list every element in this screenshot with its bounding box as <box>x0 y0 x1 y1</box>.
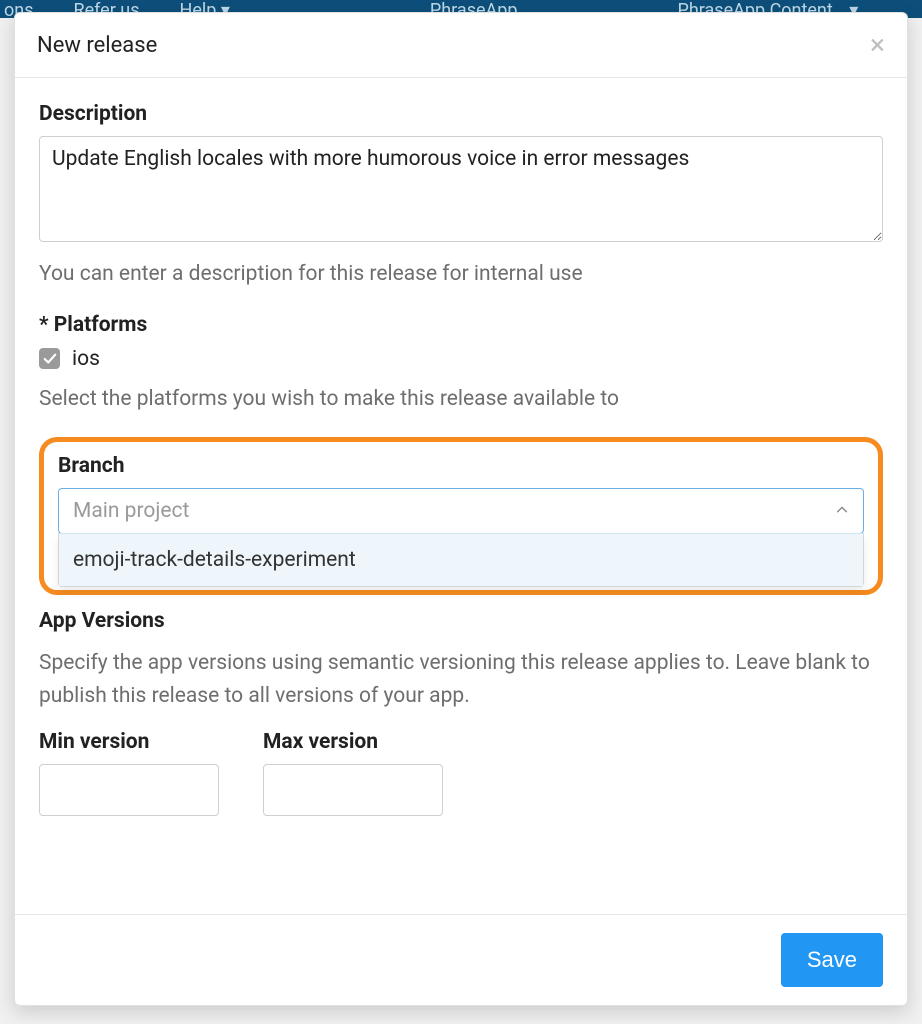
version-row: Min version Max version <box>39 730 883 816</box>
checkbox-checked-icon[interactable] <box>39 348 60 369</box>
branch-label: Branch <box>58 454 864 478</box>
description-textarea[interactable] <box>39 136 883 242</box>
max-version-label: Max version <box>263 730 443 754</box>
save-button[interactable]: Save <box>781 933 883 987</box>
modal-body: Description You can enter a description … <box>15 78 907 914</box>
branch-option[interactable]: emoji-track-details-experiment <box>59 534 863 586</box>
platforms-hint: Select the platforms you wish to make th… <box>39 383 883 416</box>
description-group: Description You can enter a description … <box>39 102 883 291</box>
max-version-input[interactable] <box>263 764 443 816</box>
platform-row-ios[interactable]: ios <box>39 347 883 371</box>
new-release-modal: New release × Description You can enter … <box>14 12 908 1006</box>
branch-placeholder: Main project <box>73 499 189 523</box>
branch-dropdown: emoji-track-details-experiment <box>58 533 864 587</box>
branch-select[interactable]: Main project emoji-track-details-experim… <box>58 488 864 534</box>
modal-title: New release <box>37 33 157 58</box>
app-versions-hint: Specify the app versions using semantic … <box>39 647 883 712</box>
description-label: Description <box>39 102 883 126</box>
branch-select-display[interactable]: Main project <box>58 488 864 534</box>
modal-footer: Save <box>15 914 907 1005</box>
modal-header: New release × <box>15 13 907 78</box>
min-version-input[interactable] <box>39 764 219 816</box>
chevron-up-icon <box>835 499 849 523</box>
platforms-label: * Platforms <box>39 313 883 337</box>
min-version-col: Min version <box>39 730 219 816</box>
platforms-group: * Platforms ios Select the platforms you… <box>39 313 883 416</box>
description-hint: You can enter a description for this rel… <box>39 258 883 291</box>
close-icon[interactable]: × <box>870 31 885 59</box>
min-version-label: Min version <box>39 730 219 754</box>
max-version-col: Max version <box>263 730 443 816</box>
platform-name: ios <box>72 347 100 371</box>
branch-highlight: Branch Main project emoji-track-details-… <box>39 437 883 595</box>
app-versions-label: App Versions <box>39 609 883 633</box>
